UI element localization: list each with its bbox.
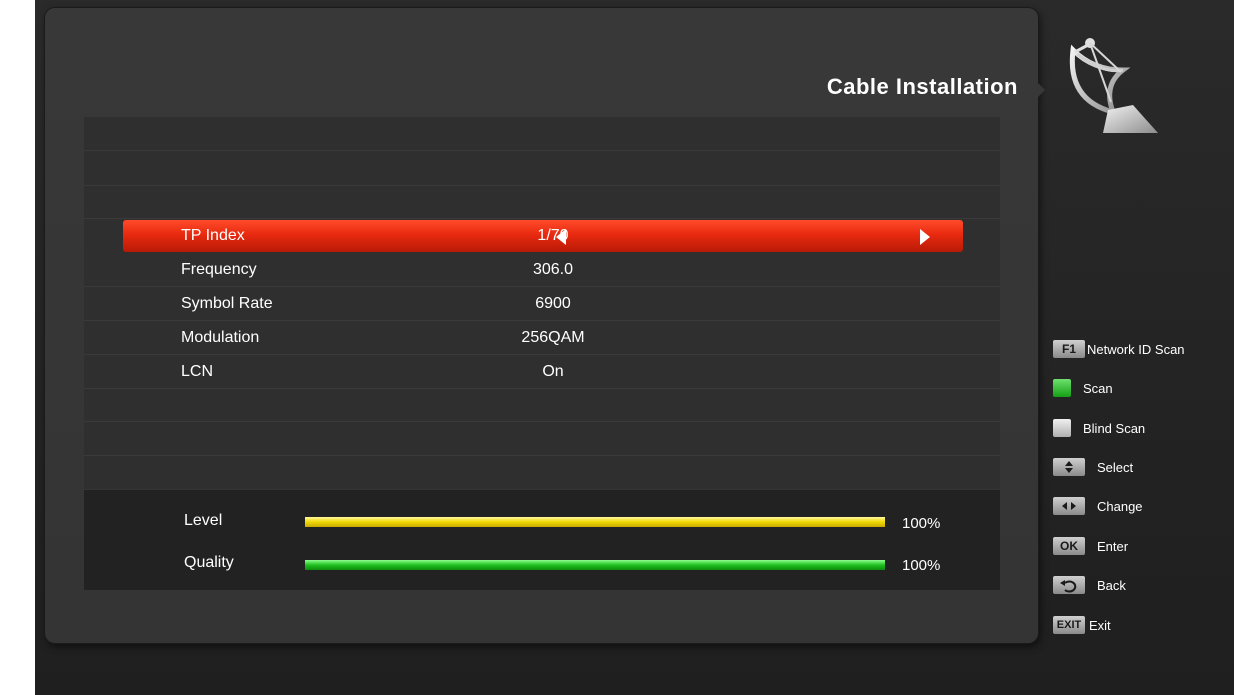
modulation-row[interactable]: Modulation 256QAM bbox=[123, 322, 963, 354]
symbol-rate-row[interactable]: Symbol Rate 6900 bbox=[123, 288, 963, 320]
row-divider bbox=[84, 218, 1000, 219]
back-key-icon bbox=[1053, 576, 1085, 594]
left-right-key-icon bbox=[1053, 497, 1085, 515]
white-key-icon bbox=[1053, 419, 1071, 437]
tv-screen: Cable Installation TP Index 1/70 Frequen… bbox=[35, 0, 1234, 695]
tp-index-value: 1/70 bbox=[537, 227, 569, 244]
panel-notch bbox=[1035, 80, 1045, 100]
frequency-row[interactable]: Frequency 306.0 bbox=[123, 254, 963, 286]
help-label: Select bbox=[1097, 460, 1134, 475]
level-bar-fill bbox=[305, 517, 885, 527]
symbol-rate-label: Symbol Rate bbox=[181, 295, 273, 312]
ok-key-icon: OK bbox=[1053, 537, 1085, 555]
row-divider bbox=[84, 185, 1000, 186]
row-divider bbox=[84, 150, 1000, 151]
lcn-value: On bbox=[542, 363, 564, 380]
row-divider bbox=[84, 286, 1000, 287]
page-title: Cable Installation bbox=[826, 74, 1018, 99]
modulation-value: 256QAM bbox=[521, 329, 585, 346]
lcn-label: LCN bbox=[181, 363, 214, 380]
quality-label: Quality bbox=[184, 554, 234, 571]
lcn-row[interactable]: LCN On bbox=[123, 356, 963, 388]
help-label: Back bbox=[1097, 578, 1126, 593]
row-divider bbox=[84, 388, 1000, 389]
help-label: Change bbox=[1097, 499, 1143, 514]
row-divider bbox=[84, 320, 1000, 321]
quality-value: 100% bbox=[902, 557, 941, 574]
help-label: Blind Scan bbox=[1083, 421, 1146, 436]
level-value: 100% bbox=[902, 515, 941, 532]
help-label: Network ID Scan bbox=[1087, 342, 1185, 357]
level-label: Level bbox=[184, 512, 223, 529]
row-divider bbox=[84, 455, 1000, 456]
signal-panel: Level 100% Quality 100% bbox=[84, 490, 1000, 590]
help-label: Exit bbox=[1089, 618, 1111, 633]
quality-bar bbox=[305, 560, 885, 570]
symbol-rate-value: 6900 bbox=[535, 295, 571, 312]
tp-index-label: TP Index bbox=[181, 227, 245, 244]
arrow-right-icon[interactable] bbox=[920, 229, 930, 245]
green-key-icon bbox=[1053, 379, 1071, 397]
exit-key-icon: EXIT bbox=[1053, 616, 1085, 634]
help-label: Enter bbox=[1097, 539, 1129, 554]
row-divider bbox=[84, 354, 1000, 355]
level-bar bbox=[305, 517, 885, 527]
tp-index-row[interactable]: TP Index 1/70 bbox=[123, 220, 963, 252]
f1-key-icon: F1 bbox=[1053, 340, 1085, 358]
quality-bar-fill bbox=[305, 560, 885, 570]
modulation-label: Modulation bbox=[181, 329, 260, 346]
row-divider bbox=[84, 421, 1000, 422]
up-down-key-icon bbox=[1053, 458, 1085, 476]
frequency-label: Frequency bbox=[181, 261, 257, 278]
satellite-dish-icon bbox=[1069, 38, 1158, 133]
frequency-value: 306.0 bbox=[532, 261, 574, 278]
help-label: Scan bbox=[1083, 381, 1113, 396]
